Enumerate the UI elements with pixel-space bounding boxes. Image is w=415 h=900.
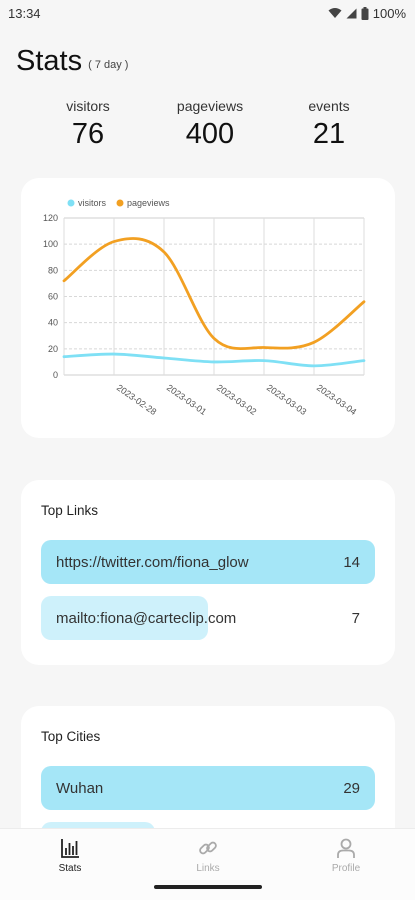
- battery-icon: [361, 6, 369, 20]
- metric-value: 400: [185, 118, 235, 150]
- chart-card: 0 20 40 60 80 100 120 2023-02-28 2023-03-01 2023-…: [21, 178, 395, 438]
- status-icons: 100%: [328, 6, 406, 21]
- nav-item-profile[interactable]: Profile: [316, 837, 376, 874]
- wifi-icon: [328, 8, 342, 18]
- link-row[interactable]: https://twitter.com/fiona_glow 14: [41, 540, 375, 584]
- x-tick-label: 2023-03-02: [215, 382, 258, 417]
- legend-label: visitors: [78, 198, 107, 208]
- nav-label: Profile: [331, 863, 361, 874]
- metric-label: events: [308, 98, 350, 114]
- battery-percent: 100%: [372, 5, 406, 21]
- y-tick-label: 60: [48, 292, 58, 302]
- city-row-count: 29: [343, 779, 360, 797]
- y-tick-label: 0: [53, 370, 58, 380]
- metric-label: visitors: [66, 98, 110, 114]
- link-row-label: https://twitter.com/fiona_glow: [56, 553, 249, 571]
- legend-marker-pageviews: [116, 199, 124, 207]
- home-indicator: [154, 885, 262, 889]
- bar-chart-icon: [61, 839, 79, 858]
- top-links-title: Top Links: [41, 503, 99, 518]
- page-title: Stats: [16, 45, 83, 77]
- link-row-count: 7: [351, 609, 360, 627]
- city-row-label: Wuhan: [56, 779, 104, 797]
- link-row-label: mailto:fiona@carteclip.com: [56, 609, 237, 627]
- status-bar: 13:34 100%: [0, 0, 415, 26]
- period-label: ( 7 day ): [88, 59, 129, 71]
- x-tick-label: 2023-03-01: [165, 382, 208, 417]
- legend-label: pageviews: [127, 198, 170, 208]
- metric-events: events 21: [274, 98, 384, 151]
- y-tick-label: 40: [48, 318, 58, 328]
- x-tick-label: 2023-03-03: [265, 382, 308, 417]
- page-header: Stats ( 7 day ): [16, 45, 128, 78]
- y-tick-label: 100: [43, 239, 58, 249]
- link-row-count: 14: [343, 553, 360, 571]
- link-icon: [199, 841, 217, 855]
- person-icon: [337, 838, 355, 858]
- nav-label: Links: [196, 863, 220, 874]
- nav-item-stats[interactable]: Stats: [40, 837, 100, 874]
- signal-icon: [346, 8, 357, 18]
- metric-label: pageviews: [176, 98, 244, 114]
- top-cities-title: Top Cities: [41, 729, 101, 744]
- nav-label: Stats: [58, 863, 82, 874]
- y-tick-label: 120: [43, 213, 58, 223]
- bottom-nav: Stats Links Profile: [0, 828, 415, 900]
- metric-value: 76: [71, 118, 105, 150]
- traffic-line-chart: 0204060801001202023-02-28 2023-03-01 2023-…: [43, 198, 366, 417]
- y-tick-label: 20: [48, 344, 58, 354]
- top-links-card: Top Links https://twitter.com/fiona_glow…: [21, 480, 395, 665]
- x-tick-label: 2023-03-04: [315, 382, 358, 417]
- y-tick-label: 80: [48, 265, 58, 275]
- link-row[interactable]: mailto:fiona@carteclip.com 7: [41, 596, 375, 640]
- metrics-row: visitors 76 pageviews 400 events 21: [0, 98, 415, 158]
- nav-item-links[interactable]: Links: [178, 837, 238, 874]
- legend-marker-visitors: [67, 199, 75, 207]
- status-time: 13:34: [8, 5, 41, 21]
- metric-visitors: visitors 76: [33, 98, 143, 151]
- metric-value: 21: [312, 118, 346, 150]
- metric-pageviews: pageviews 400: [155, 98, 265, 151]
- city-row[interactable]: Wuhan 29: [41, 766, 375, 810]
- x-tick-label: 2023-02-28: [115, 382, 158, 417]
